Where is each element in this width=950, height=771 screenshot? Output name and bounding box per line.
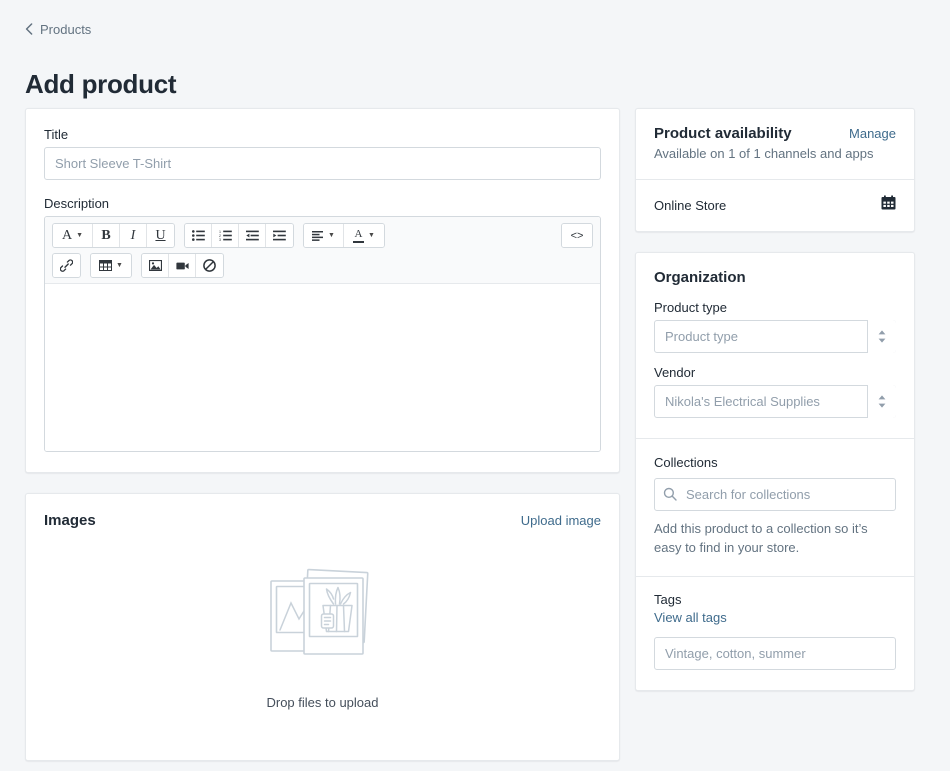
- product-type-label: Product type: [654, 300, 727, 315]
- availability-subtitle: Available on 1 of 1 channels and apps: [654, 146, 874, 161]
- breadcrumb-label: Products: [40, 22, 92, 37]
- images-card: Images Upload image Drop files to upload: [25, 493, 620, 761]
- chevron-up-icon: [878, 330, 886, 335]
- product-type-input[interactable]: [654, 320, 896, 353]
- bulleted-list-button[interactable]: [185, 224, 212, 247]
- html-group: <>: [561, 223, 593, 248]
- channel-name: Online Store: [654, 197, 727, 213]
- html-code-label: <>: [570, 229, 584, 242]
- insert-table-group: ▼: [90, 253, 132, 278]
- chevron-down-icon: ▼: [116, 262, 123, 269]
- editor-toolbar: A ▼ B I U 1 2 3 ▼ A ▼ <> ▼: [45, 217, 600, 284]
- bold-button[interactable]: B: [93, 224, 120, 247]
- breadcrumb-products[interactable]: Products: [25, 22, 91, 37]
- insert-link-group: [52, 253, 81, 278]
- clear-formatting-button[interactable]: [196, 254, 223, 277]
- vendor-label: Vendor: [654, 365, 696, 380]
- add-product-page: Products Add product Title Description A: [0, 0, 950, 771]
- channel-row-online-store[interactable]: Online Store: [654, 195, 896, 215]
- numbered-list-button[interactable]: 1 2 3: [212, 224, 239, 247]
- toolbar-row-1: A ▼ B I U 1 2 3 ▼ A ▼ <>: [52, 223, 593, 248]
- list-indent-group: 1 2 3: [184, 223, 294, 248]
- organization-card: Organization Product type Vendor: [635, 252, 915, 691]
- align-color-group: ▼ A ▼: [303, 223, 385, 248]
- view-all-tags-link[interactable]: View all tags: [654, 610, 896, 625]
- chevron-down-icon: [878, 403, 886, 408]
- image-dropzone[interactable]: Drop files to upload: [44, 529, 601, 740]
- insert-image-button[interactable]: [142, 254, 169, 277]
- description-editor[interactable]: A ▼ B I U 1 2 3 ▼ A ▼ <> ▼: [44, 216, 601, 452]
- chevron-down-icon: [878, 338, 886, 343]
- html-code-button[interactable]: <>: [562, 224, 592, 247]
- availability-title: Product availability: [654, 125, 792, 142]
- product-availability-card: Product availability Manage Available on…: [635, 108, 915, 232]
- chevron-left-icon: [25, 22, 33, 37]
- indent-button[interactable]: [266, 224, 293, 247]
- collections-label: Collections: [654, 455, 718, 470]
- tags-input[interactable]: [654, 636, 896, 670]
- chevron-up-icon: [878, 395, 886, 400]
- align-button[interactable]: ▼: [304, 224, 344, 247]
- tags-label: Tags: [654, 591, 682, 607]
- outdent-button[interactable]: [239, 224, 266, 247]
- collections-help-text: Add this product to a collection so it’s…: [654, 521, 868, 555]
- product-type-stepper[interactable]: [867, 320, 896, 353]
- toolbar-row-2: ▼: [52, 253, 593, 278]
- product-details-card: Title Description A ▼: [25, 108, 620, 473]
- chevron-down-icon: ▼: [328, 232, 335, 239]
- insert-link-button[interactable]: [53, 254, 80, 277]
- page-title: Add product: [25, 69, 177, 100]
- organization-title: Organization: [654, 269, 746, 286]
- calendar-icon[interactable]: [881, 195, 896, 215]
- insert-video-button[interactable]: [169, 254, 196, 277]
- chevron-down-icon: ▼: [368, 232, 375, 239]
- photo-stack-icon: [269, 568, 369, 655]
- insert-media-group: [141, 253, 224, 278]
- italic-button[interactable]: I: [120, 224, 147, 247]
- search-icon: [663, 487, 677, 506]
- manage-availability-link[interactable]: Manage: [849, 126, 896, 141]
- text-format-group: A ▼ B I U: [52, 223, 175, 248]
- title-input[interactable]: [44, 147, 601, 180]
- images-title: Images: [44, 512, 96, 529]
- upload-image-link[interactable]: Upload image: [521, 513, 601, 528]
- vendor-stepper[interactable]: [867, 385, 896, 418]
- vendor-input[interactable]: [654, 385, 896, 418]
- font-style-button[interactable]: A ▼: [53, 224, 93, 247]
- svg-text:3: 3: [219, 238, 221, 241]
- underline-button[interactable]: U: [147, 224, 174, 247]
- insert-table-button[interactable]: ▼: [91, 254, 131, 277]
- chevron-down-icon: ▼: [76, 232, 84, 239]
- description-label: Description: [44, 196, 110, 211]
- side-column: Product availability Manage Available on…: [635, 108, 915, 711]
- main-column: Title Description A ▼: [25, 108, 620, 771]
- text-color-button[interactable]: A ▼: [344, 224, 384, 247]
- title-label: Title: [44, 127, 69, 142]
- dropzone-caption: Drop files to upload: [266, 695, 379, 710]
- collections-search-input[interactable]: [654, 478, 896, 511]
- description-textarea[interactable]: [45, 284, 600, 451]
